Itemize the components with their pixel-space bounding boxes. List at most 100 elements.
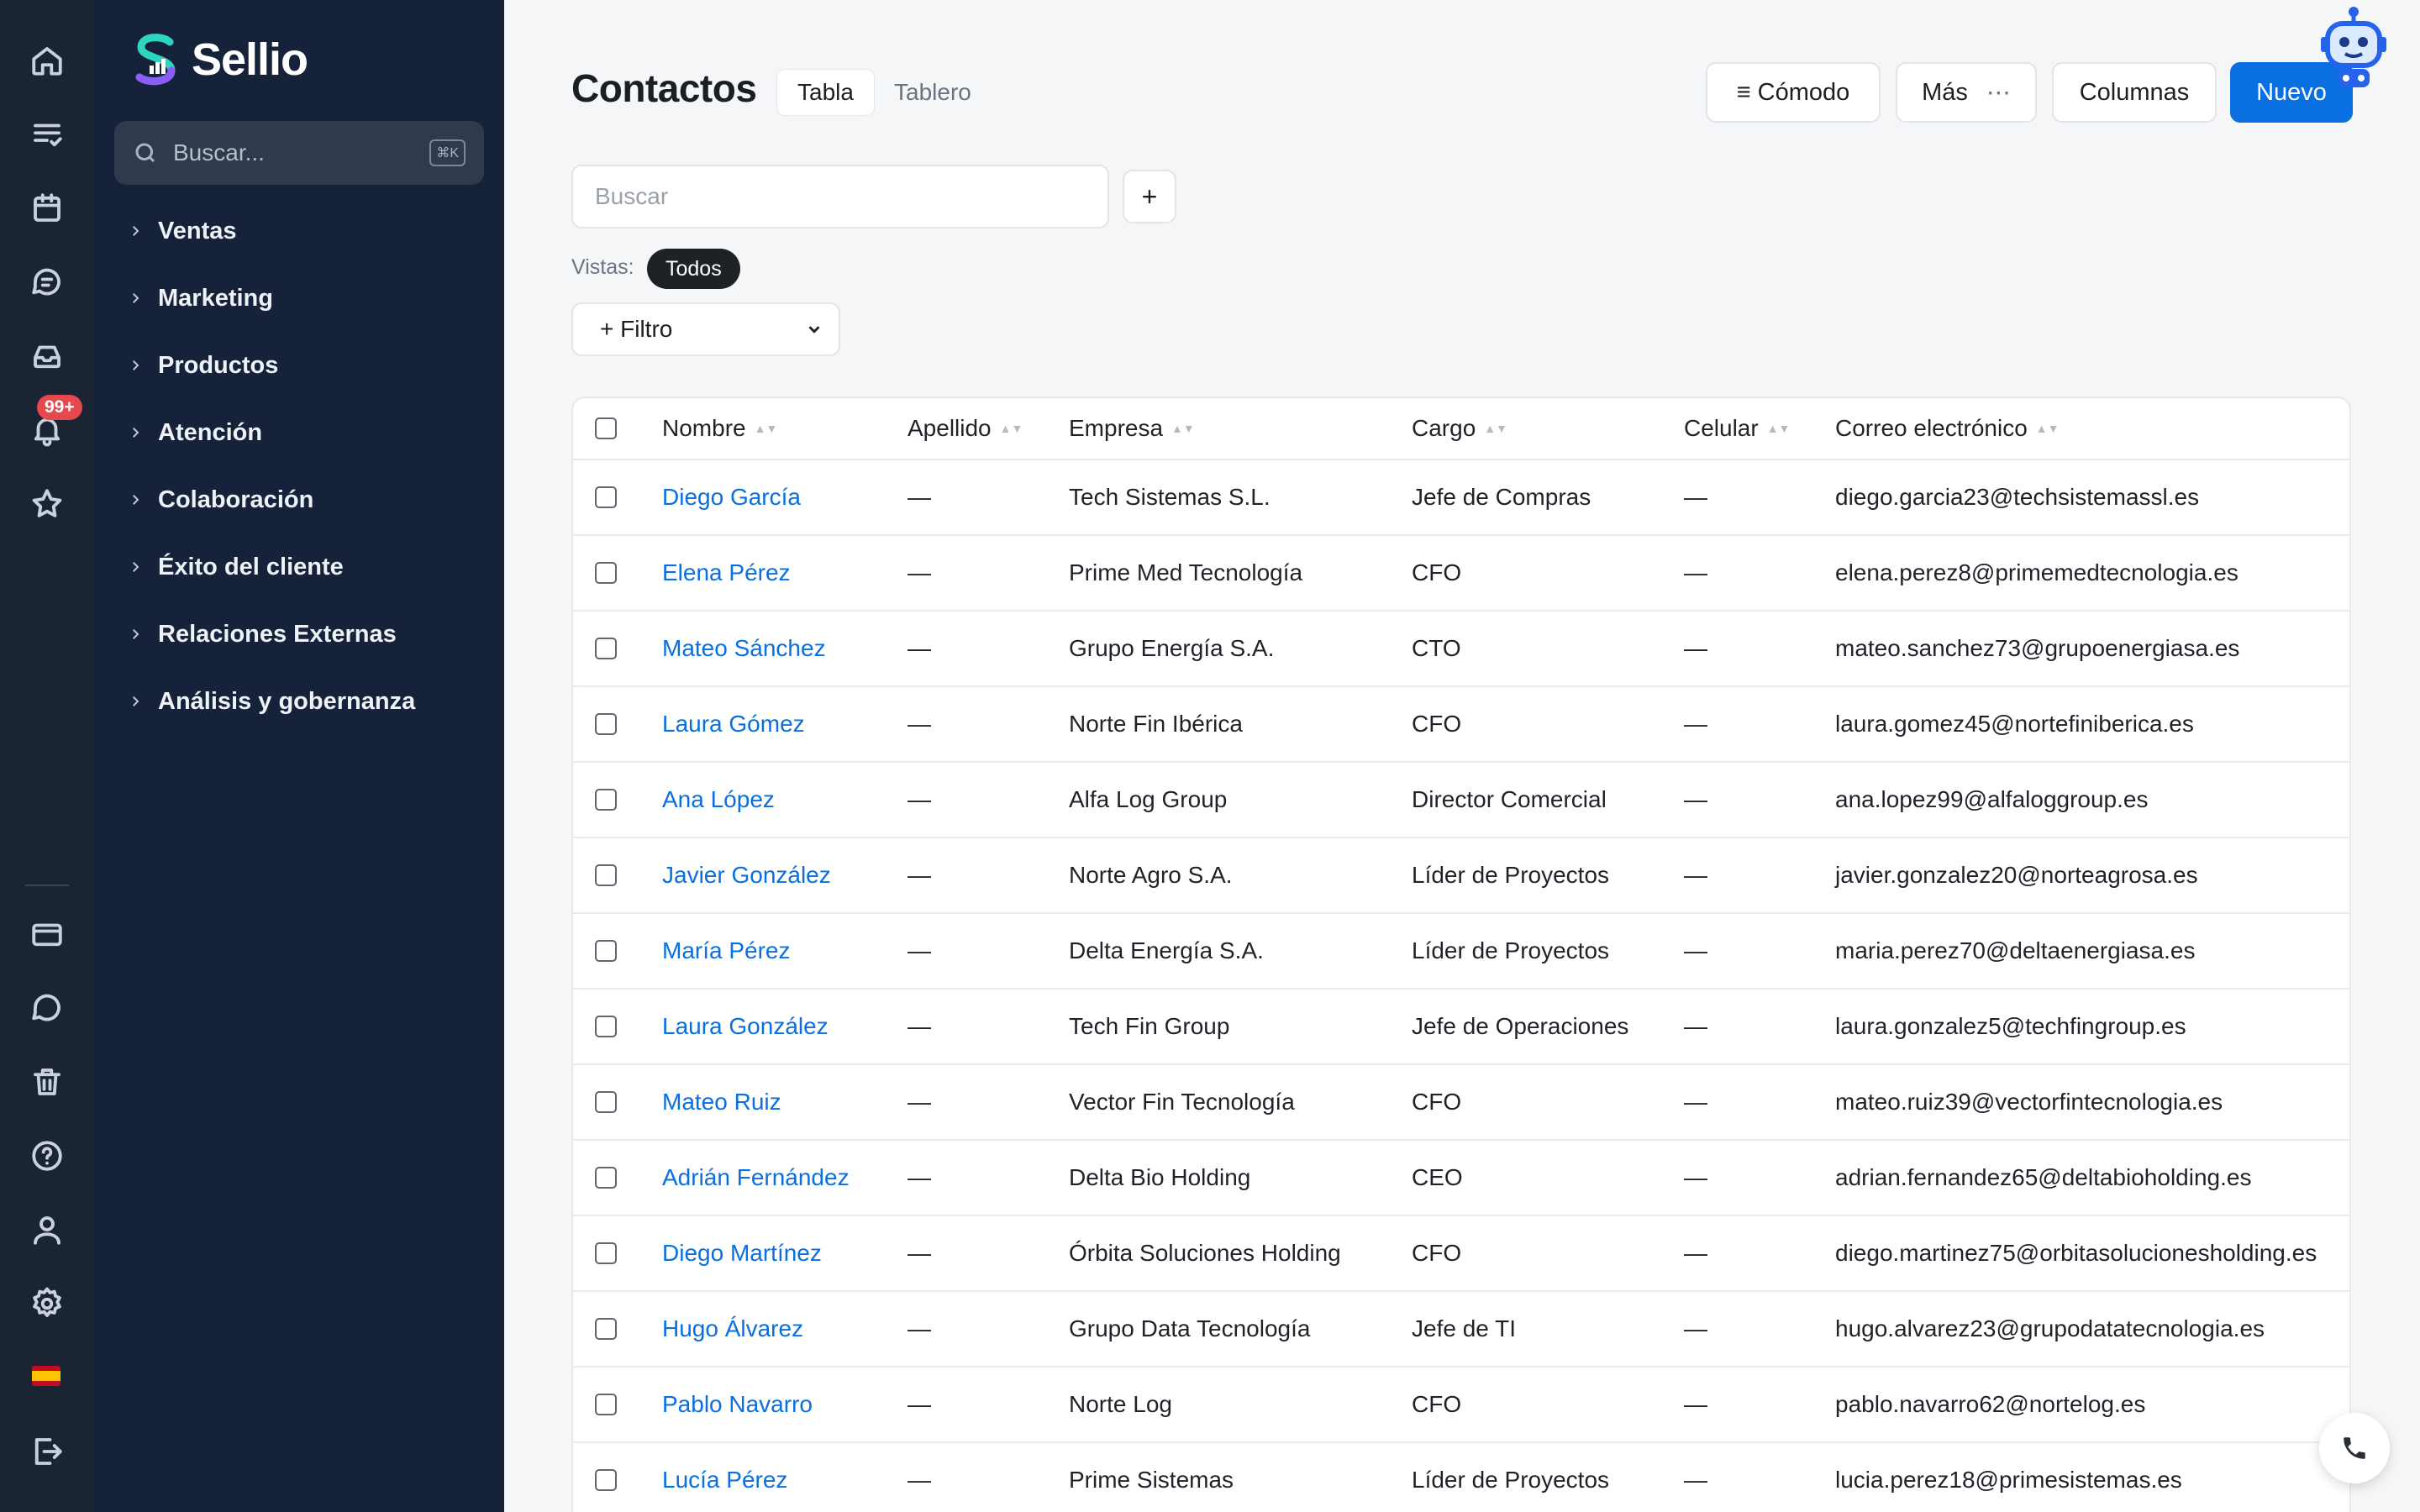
table-row[interactable]: Adrián Fernández — Delta Bio Holding CEO…: [573, 1141, 2349, 1216]
nav-item-atencion[interactable]: Atención: [128, 412, 262, 454]
cell-correo: lucia.perez18@primesistemas.es: [1835, 1467, 2182, 1493]
contact-name-link[interactable]: Diego García: [662, 460, 801, 534]
cell-apellido: —: [908, 1089, 931, 1115]
table-row[interactable]: Diego Martínez — Órbita Soluciones Holdi…: [573, 1216, 2349, 1292]
cell-cargo: Director Comercial: [1412, 786, 1607, 812]
table-row[interactable]: María Pérez — Delta Energía S.A. Líder d…: [573, 914, 2349, 990]
nav-search-input[interactable]: Buscar... ⌘K: [114, 121, 484, 185]
row-checkbox[interactable]: [595, 1394, 617, 1415]
column-header-apellido[interactable]: Apellido ▲▼: [908, 398, 1023, 459]
nav-item-productos[interactable]: Productos: [128, 344, 278, 386]
contact-name-link[interactable]: María Pérez: [662, 914, 791, 988]
cell-cargo: CTO: [1412, 635, 1461, 661]
contact-name-link[interactable]: Elena Pérez: [662, 536, 791, 610]
row-checkbox[interactable]: [595, 1016, 617, 1037]
contact-name-link[interactable]: Laura González: [662, 990, 829, 1063]
nav-item-marketing[interactable]: Marketing: [128, 277, 273, 319]
contact-name-link[interactable]: Ana López: [662, 763, 775, 837]
nav-item-label: Atención: [158, 418, 263, 446]
brand[interactable]: Sellio: [129, 30, 308, 89]
contact-name-link[interactable]: Adrián Fernández: [662, 1141, 850, 1215]
column-header-cargo[interactable]: Cargo ▲▼: [1412, 398, 1507, 459]
chat-icon[interactable]: [24, 259, 71, 306]
contact-name-link[interactable]: Mateo Sánchez: [662, 612, 826, 685]
column-header-correo[interactable]: Correo electrónico ▲▼: [1835, 398, 2060, 459]
cell-celular: —: [1684, 559, 1707, 585]
inbox-icon[interactable]: [24, 333, 71, 380]
column-header-empresa[interactable]: Empresa ▲▼: [1069, 398, 1195, 459]
density-button[interactable]: ≡ Cómodo: [1706, 62, 1881, 123]
tab-tabla[interactable]: Tabla: [776, 69, 875, 116]
table-row[interactable]: Diego García — Tech Sistemas S.L. Jefe d…: [573, 460, 2349, 536]
assistant-robot-icon[interactable]: [2317, 7, 2390, 99]
table-row[interactable]: Ana López — Alfa Log Group Director Come…: [573, 763, 2349, 838]
contact-name-link[interactable]: Pablo Navarro: [662, 1368, 813, 1441]
cell-cargo: CEO: [1412, 1164, 1463, 1190]
select-all-checkbox[interactable]: [595, 417, 617, 439]
cell-correo: laura.gomez45@nortefiniberica.es: [1835, 711, 2194, 737]
row-checkbox[interactable]: [595, 1318, 617, 1340]
row-checkbox[interactable]: [595, 1469, 617, 1491]
contact-name-link[interactable]: Javier González: [662, 838, 831, 912]
contact-name-link[interactable]: Hugo Álvarez: [662, 1292, 803, 1366]
comment-icon[interactable]: [24, 984, 71, 1032]
logout-icon[interactable]: [24, 1428, 71, 1475]
more-button[interactable]: Más ⋯: [1896, 62, 2037, 123]
nav-item-colaboracion[interactable]: Colaboración: [128, 479, 313, 521]
row-checkbox[interactable]: [595, 864, 617, 886]
table-row[interactable]: Laura González — Tech Fin Group Jefe de …: [573, 990, 2349, 1065]
trash-icon[interactable]: [24, 1058, 71, 1105]
table-row[interactable]: Laura Gómez — Norte Fin Ibérica CFO — la…: [573, 687, 2349, 763]
columns-button[interactable]: Columnas: [2052, 62, 2217, 123]
flag-es-icon[interactable]: [32, 1366, 60, 1386]
row-checkbox[interactable]: [595, 713, 617, 735]
column-header-nombre[interactable]: Nombre ▲▼: [662, 398, 777, 459]
row-checkbox[interactable]: [595, 562, 617, 584]
nav-item-relaciones-externas[interactable]: Relaciones Externas: [128, 613, 397, 655]
nav-item-exito-cliente[interactable]: Éxito del cliente: [128, 546, 344, 588]
calendar-icon[interactable]: [24, 185, 71, 232]
cell-empresa: Vector Fin Tecnología: [1069, 1089, 1295, 1115]
column-header-celular[interactable]: Celular ▲▼: [1684, 398, 1790, 459]
row-checkbox[interactable]: [595, 1091, 617, 1113]
phone-button[interactable]: [2319, 1413, 2390, 1483]
table-row[interactable]: Lucía Pérez — Prime Sistemas Líder de Pr…: [573, 1443, 2349, 1512]
tasks-icon[interactable]: [24, 111, 71, 158]
contact-name-link[interactable]: Lucía Pérez: [662, 1443, 787, 1512]
table-row[interactable]: Mateo Ruiz — Vector Fin Tecnología CFO —…: [573, 1065, 2349, 1141]
row-checkbox[interactable]: [595, 1167, 617, 1189]
cell-cargo: CFO: [1412, 1089, 1462, 1115]
tab-tablero[interactable]: Tablero: [874, 69, 992, 116]
contact-name-link[interactable]: Diego Martínez: [662, 1216, 822, 1290]
table-row[interactable]: Javier González — Norte Agro S.A. Líder …: [573, 838, 2349, 914]
cell-correo: mateo.ruiz39@vectorfintecnologia.es: [1835, 1089, 2223, 1115]
user-icon[interactable]: [24, 1206, 71, 1253]
table-row[interactable]: Pablo Navarro — Norte Log CFO — pablo.na…: [573, 1368, 2349, 1443]
cell-celular: —: [1684, 862, 1707, 888]
filter-select[interactable]: + Filtro: [571, 302, 840, 356]
table-row[interactable]: Hugo Álvarez — Grupo Data Tecnología Jef…: [573, 1292, 2349, 1368]
home-icon[interactable]: [24, 37, 71, 84]
cell-cargo: CFO: [1412, 1240, 1462, 1266]
help-icon[interactable]: [24, 1132, 71, 1179]
nav-item-analisis-gobernanza[interactable]: Análisis y gobernanza: [128, 680, 415, 722]
contact-name-link[interactable]: Laura Gómez: [662, 687, 805, 761]
row-checkbox[interactable]: [595, 486, 617, 508]
sort-icon: ▲▼: [1766, 422, 1791, 435]
billing-icon[interactable]: [24, 911, 71, 958]
table-row[interactable]: Mateo Sánchez — Grupo Energía S.A. CTO —…: [573, 612, 2349, 687]
contacts-search-input[interactable]: Buscar: [571, 165, 1109, 228]
view-chip-todos[interactable]: Todos: [647, 249, 740, 289]
settings-icon[interactable]: [24, 1280, 71, 1327]
add-button[interactable]: +: [1123, 170, 1176, 223]
nav-search-placeholder: Buscar...: [173, 139, 265, 165]
contact-name-link[interactable]: Mateo Ruiz: [662, 1065, 781, 1139]
row-checkbox[interactable]: [595, 789, 617, 811]
row-checkbox[interactable]: [595, 940, 617, 962]
table-row[interactable]: Elena Pérez — Prime Med Tecnología CFO —…: [573, 536, 2349, 612]
nav-item-ventas[interactable]: Ventas: [128, 210, 237, 252]
notification-badge: 99+: [37, 395, 82, 420]
star-icon[interactable]: [24, 480, 71, 528]
row-checkbox[interactable]: [595, 1242, 617, 1264]
row-checkbox[interactable]: [595, 638, 617, 659]
